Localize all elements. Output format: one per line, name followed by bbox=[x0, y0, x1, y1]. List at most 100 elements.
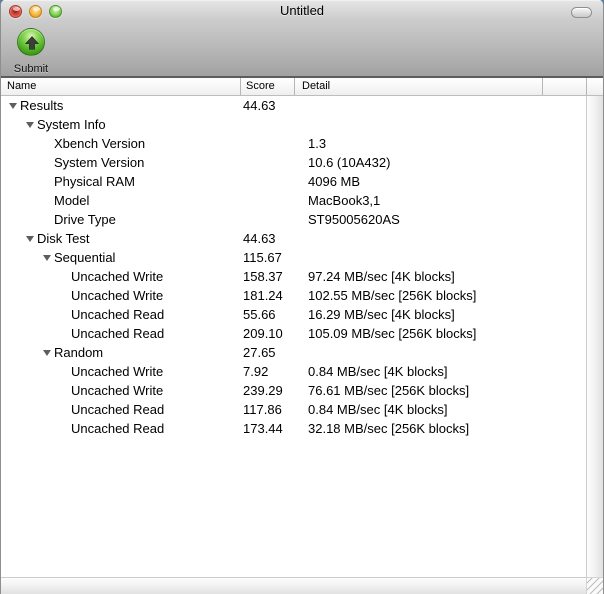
row-detail: 97.24 MB/sec [4K blocks] bbox=[308, 269, 455, 284]
disclosure-triangle-icon[interactable] bbox=[43, 255, 51, 261]
row-name: Uncached Write bbox=[71, 383, 164, 398]
submit-label: Submit bbox=[13, 63, 49, 75]
row-detail: 10.6 (10A432) bbox=[308, 155, 391, 170]
table-row[interactable]: Physical RAM 4096 MB bbox=[1, 172, 586, 191]
resize-grip-icon[interactable] bbox=[586, 577, 603, 594]
row-name-cell: Physical RAM bbox=[1, 172, 240, 191]
row-name: System Version bbox=[54, 155, 145, 170]
row-name-cell: Uncached Write bbox=[1, 267, 240, 286]
table-header: Name Score Detail bbox=[1, 78, 603, 96]
row-score bbox=[240, 172, 301, 191]
row-score bbox=[240, 153, 301, 172]
row-detail: MacBook3,1 bbox=[308, 193, 381, 208]
table-row[interactable]: Uncached Write 181.24 102.55 MB/sec [256… bbox=[1, 286, 586, 305]
column-header-score[interactable]: Score bbox=[240, 78, 294, 95]
row-score: 115.67 bbox=[243, 250, 282, 265]
row-detail bbox=[301, 96, 586, 115]
row-detail: 1.3 bbox=[308, 136, 327, 151]
row-name: Uncached Write bbox=[71, 288, 164, 303]
row-score: 239.29 bbox=[243, 383, 283, 398]
row-detail bbox=[301, 229, 586, 248]
column-header-blank bbox=[542, 78, 586, 95]
table-row[interactable]: Uncached Write 7.92 0.84 MB/sec [4K bloc… bbox=[1, 362, 586, 381]
row-name: Disk Test bbox=[37, 231, 90, 246]
row-name-cell: Drive Type bbox=[1, 210, 240, 229]
row-detail: 16.29 MB/sec [4K blocks] bbox=[308, 307, 455, 322]
row-name-cell: Results bbox=[1, 96, 240, 115]
row-name-cell: Uncached Read bbox=[1, 305, 240, 324]
row-score: 209.10 bbox=[243, 326, 283, 341]
row-name: Uncached Write bbox=[71, 269, 164, 284]
table-row[interactable]: Uncached Read 209.10 105.09 MB/sec [256K… bbox=[1, 324, 586, 343]
row-detail: 0.84 MB/sec [4K blocks] bbox=[308, 402, 448, 417]
row-score bbox=[240, 134, 301, 153]
table-row[interactable]: Uncached Read 55.66 16.29 MB/sec [4K blo… bbox=[1, 305, 586, 324]
row-name-cell: Uncached Write bbox=[1, 362, 240, 381]
column-header-detail[interactable]: Detail bbox=[294, 78, 542, 95]
row-detail: 32.18 MB/sec [256K blocks] bbox=[308, 421, 470, 436]
row-name-cell: Uncached Write bbox=[1, 286, 240, 305]
disclosure-triangle-icon[interactable] bbox=[26, 122, 34, 128]
row-name-cell: Uncached Write bbox=[1, 381, 240, 400]
table-row[interactable]: Uncached Read 117.86 0.84 MB/sec [4K blo… bbox=[1, 400, 586, 419]
row-name: Uncached Read bbox=[71, 326, 165, 341]
table-row[interactable]: Random 27.65 bbox=[1, 343, 586, 362]
row-score: 117.86 bbox=[243, 402, 282, 417]
row-name: Uncached Read bbox=[71, 402, 165, 417]
row-name-cell: System Info bbox=[1, 115, 240, 134]
row-name-cell: Model bbox=[1, 191, 240, 210]
table-row[interactable]: Uncached Write 239.29 76.61 MB/sec [256K… bbox=[1, 381, 586, 400]
row-name-cell: System Version bbox=[1, 153, 240, 172]
table-row[interactable]: System Version 10.6 (10A432) bbox=[1, 153, 586, 172]
row-name: Xbench Version bbox=[54, 136, 146, 151]
row-name: Physical RAM bbox=[54, 174, 135, 189]
results-outline: Results 44.63 System Info Xbench Version… bbox=[1, 96, 586, 577]
toolbar-toggle-button[interactable] bbox=[571, 7, 592, 18]
row-name: Uncached Read bbox=[71, 307, 165, 322]
table-row[interactable]: Disk Test 44.63 bbox=[1, 229, 586, 248]
table-row[interactable]: Sequential 115.67 bbox=[1, 248, 586, 267]
row-name: Random bbox=[54, 345, 104, 360]
row-name: System Info bbox=[37, 117, 106, 132]
window-title: Untitled bbox=[279, 3, 325, 18]
table-rows: Results 44.63 System Info Xbench Version… bbox=[1, 96, 586, 438]
disclosure-triangle-icon[interactable] bbox=[26, 236, 34, 242]
disclosure-triangle-icon[interactable] bbox=[9, 103, 17, 109]
row-score bbox=[240, 191, 301, 210]
table-row[interactable]: System Info bbox=[1, 115, 586, 134]
column-header-name[interactable]: Name bbox=[1, 78, 240, 95]
row-score bbox=[240, 210, 301, 229]
row-detail: 105.09 MB/sec [256K blocks] bbox=[308, 326, 477, 341]
table-row[interactable]: Xbench Version 1.3 bbox=[1, 134, 586, 153]
row-name: Uncached Read bbox=[71, 421, 165, 436]
row-name: Drive Type bbox=[54, 212, 116, 227]
horizontal-scrollbar[interactable] bbox=[1, 577, 586, 594]
row-score: 55.66 bbox=[243, 307, 276, 322]
row-name-cell: Sequential bbox=[1, 248, 240, 267]
titlebar[interactable]: Untitled bbox=[1, 0, 603, 22]
row-detail bbox=[301, 248, 586, 267]
row-score bbox=[240, 115, 301, 134]
row-name: Results bbox=[20, 98, 64, 113]
row-score: 44.63 bbox=[243, 231, 276, 246]
row-detail bbox=[301, 115, 586, 134]
row-detail: ST95005620AS bbox=[308, 212, 400, 227]
row-name-cell: Uncached Read bbox=[1, 419, 240, 438]
vertical-scrollbar[interactable] bbox=[586, 96, 603, 577]
row-name: Uncached Write bbox=[71, 364, 164, 379]
disclosure-triangle-icon[interactable] bbox=[43, 350, 51, 356]
row-score: 27.65 bbox=[243, 345, 276, 360]
table-row[interactable]: Uncached Read 173.44 32.18 MB/sec [256K … bbox=[1, 419, 586, 438]
submit-upload-icon bbox=[17, 28, 45, 56]
table-row[interactable]: Model MacBook3,1 bbox=[1, 191, 586, 210]
table-row[interactable]: Drive Type ST95005620AS bbox=[1, 210, 586, 229]
row-score: 44.63 bbox=[243, 98, 276, 113]
submit-button[interactable]: Submit bbox=[9, 28, 53, 75]
table-row[interactable]: Results 44.63 bbox=[1, 96, 586, 115]
row-name: Sequential bbox=[54, 250, 116, 265]
table-row[interactable]: Uncached Write 158.37 97.24 MB/sec [4K b… bbox=[1, 267, 586, 286]
row-score: 7.92 bbox=[243, 364, 269, 379]
row-name-cell: Random bbox=[1, 343, 240, 362]
row-detail: 4096 MB bbox=[308, 174, 361, 189]
xbench-window: Untitled Submit Name Score Detail Result… bbox=[0, 0, 604, 594]
